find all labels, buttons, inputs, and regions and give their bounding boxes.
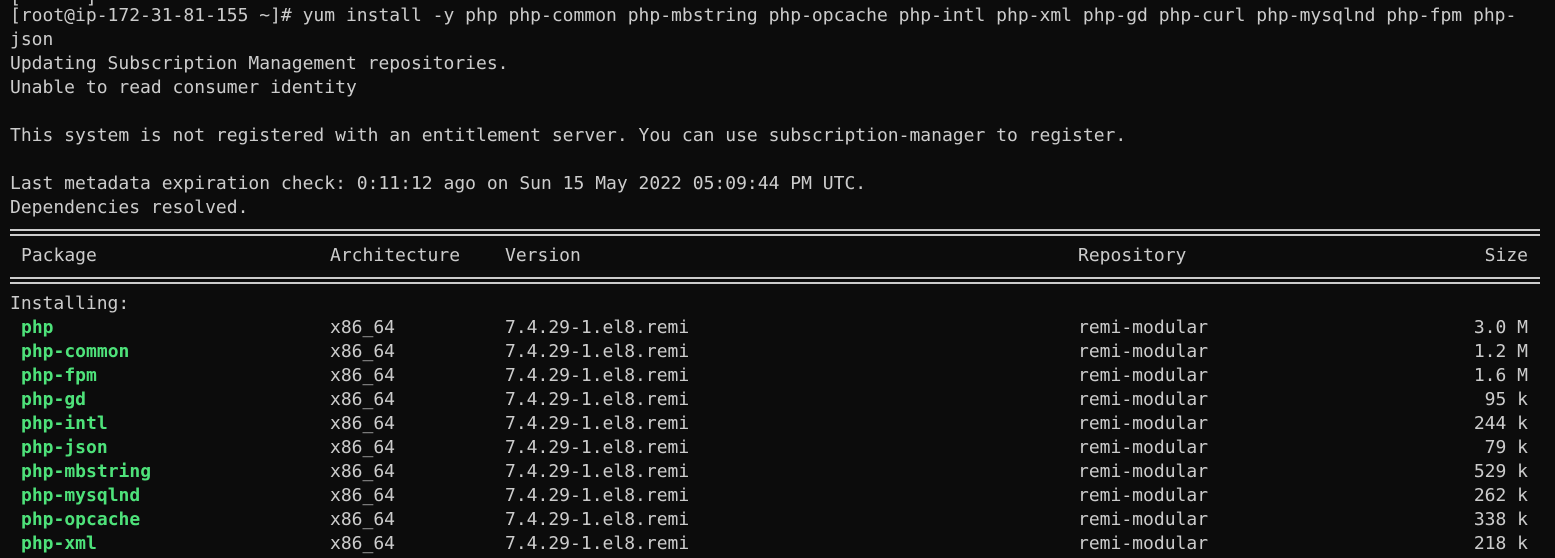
package-size: 244 k bbox=[1473, 413, 1528, 434]
package-arch: x86_64 bbox=[330, 365, 396, 386]
package-arch: x86_64 bbox=[330, 437, 396, 458]
package-version: 7.4.29-1.el8.remi bbox=[505, 509, 690, 530]
header-size: Size bbox=[1484, 245, 1528, 266]
package-repo: remi-modular bbox=[1078, 389, 1209, 410]
output-line: Updating Subscription Management reposit… bbox=[10, 53, 509, 74]
package-name: php-opcache bbox=[21, 509, 141, 530]
header-version: Version bbox=[505, 245, 581, 266]
package-size: 1.6 M bbox=[1473, 365, 1528, 386]
package-version: 7.4.29-1.el8.remi bbox=[505, 317, 690, 338]
package-name: php-xml bbox=[21, 533, 97, 554]
terminal-window[interactable]: [ ] [root@ip-172-31-81-155 ~]# yum insta… bbox=[0, 0, 1555, 558]
package-arch: x86_64 bbox=[330, 341, 396, 362]
package-repo: remi-modular bbox=[1078, 341, 1209, 362]
package-arch: x86_64 bbox=[330, 389, 396, 410]
package-version: 7.4.29-1.el8.remi bbox=[505, 341, 690, 362]
package-name: php-json bbox=[21, 437, 108, 458]
package-size: 79 k bbox=[1484, 437, 1528, 458]
package-name: php-gd bbox=[21, 389, 87, 410]
package-version: 7.4.29-1.el8.remi bbox=[505, 413, 690, 434]
package-version: 7.4.29-1.el8.remi bbox=[505, 389, 690, 410]
output-line: Last metadata expiration check: 0:11:12 … bbox=[10, 173, 867, 194]
package-version: 7.4.29-1.el8.remi bbox=[505, 533, 690, 554]
output-line: Unable to read consumer identity bbox=[10, 77, 357, 98]
package-repo: remi-modular bbox=[1078, 365, 1209, 386]
package-arch: x86_64 bbox=[330, 317, 396, 338]
package-arch: x86_64 bbox=[330, 461, 396, 482]
package-size: 529 k bbox=[1473, 461, 1528, 482]
package-name: php bbox=[21, 317, 54, 338]
package-name: php-mbstring bbox=[21, 461, 152, 482]
package-size: 338 k bbox=[1473, 509, 1528, 530]
table-separator-top bbox=[10, 226, 1540, 238]
package-version: 7.4.29-1.el8.remi bbox=[505, 485, 690, 506]
output-line: Dependencies resolved. bbox=[10, 197, 249, 218]
package-repo: remi-modular bbox=[1078, 485, 1209, 506]
package-repo: remi-modular bbox=[1078, 413, 1209, 434]
header-architecture: Architecture bbox=[330, 245, 461, 266]
package-repo: remi-modular bbox=[1078, 437, 1209, 458]
package-version: 7.4.29-1.el8.remi bbox=[505, 437, 690, 458]
package-name: php-intl bbox=[21, 413, 108, 434]
package-arch: x86_64 bbox=[330, 413, 396, 434]
header-package: Package bbox=[21, 245, 97, 266]
package-size: 262 k bbox=[1473, 485, 1528, 506]
package-name: php-fpm bbox=[21, 365, 97, 386]
package-size: 3.0 M bbox=[1473, 317, 1528, 338]
section-label-installing: Installing: bbox=[10, 293, 130, 314]
package-version: 7.4.29-1.el8.remi bbox=[505, 365, 690, 386]
package-repo: remi-modular bbox=[1078, 509, 1209, 530]
package-repo: remi-modular bbox=[1078, 461, 1209, 482]
output-line: This system is not registered with an en… bbox=[10, 125, 1127, 146]
package-repo: remi-modular bbox=[1078, 533, 1209, 554]
package-size: 95 k bbox=[1484, 389, 1528, 410]
package-arch: x86_64 bbox=[330, 533, 396, 554]
package-repo: remi-modular bbox=[1078, 317, 1209, 338]
package-size: 218 k bbox=[1473, 533, 1528, 554]
package-version: 7.4.29-1.el8.remi bbox=[505, 461, 690, 482]
package-size: 1.2 M bbox=[1473, 341, 1528, 362]
command-line-wrap: json bbox=[10, 29, 54, 50]
package-arch: x86_64 bbox=[330, 509, 396, 530]
command-line: [root@ip-172-31-81-155 ~]# yum install -… bbox=[10, 5, 1517, 26]
table-separator-bottom bbox=[10, 274, 1540, 286]
package-arch: x86_64 bbox=[330, 485, 396, 506]
package-name: php-mysqlnd bbox=[21, 485, 141, 506]
package-name: php-common bbox=[21, 341, 130, 362]
header-repository: Repository bbox=[1078, 245, 1187, 266]
